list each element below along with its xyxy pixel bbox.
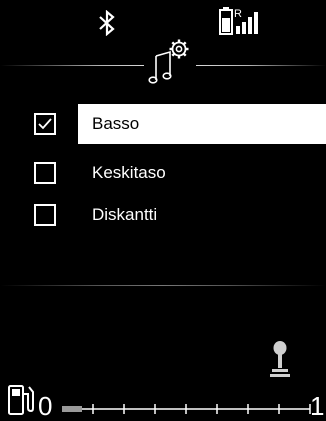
option-row-diskantti[interactable]: Diskantti: [0, 195, 326, 235]
checkbox-basso[interactable]: [34, 113, 56, 135]
svg-text:R: R: [234, 8, 242, 20]
fuel-level-bar: [62, 406, 82, 412]
header-divider-left: [0, 65, 144, 66]
checkbox-keskitaso[interactable]: [34, 162, 56, 184]
option-label-diskantti: Diskantti: [92, 205, 158, 224]
option-row-keskitaso[interactable]: Keskitaso: [0, 153, 326, 193]
gearshift-icon: [270, 341, 290, 377]
fuel-gauge: [62, 404, 311, 414]
option-label-basso: Basso: [92, 114, 140, 133]
bottom-divider: [0, 285, 326, 286]
checkmark-icon: [38, 118, 52, 130]
fuel-min-label: 0: [38, 391, 53, 421]
option-row-basso[interactable]: Basso: [0, 104, 326, 144]
fuel-max-label: 1: [310, 391, 325, 421]
battery-signal-icon: R: [219, 7, 258, 35]
fuel-pump-icon: [8, 385, 34, 415]
header: [0, 36, 326, 86]
bluetooth-icon: [99, 10, 115, 36]
header-divider-right: [196, 65, 326, 66]
music-settings-icon: [148, 39, 189, 84]
checkbox-diskantti[interactable]: [34, 204, 56, 226]
option-label-keskitaso: Keskitaso: [92, 163, 166, 182]
